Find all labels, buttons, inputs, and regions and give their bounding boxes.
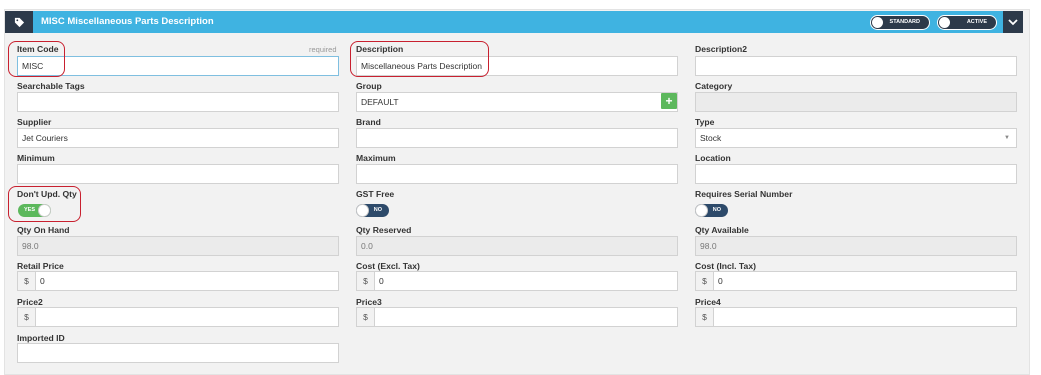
requires-serial-toggle[interactable]: NO: [695, 204, 728, 217]
supplier-input[interactable]: Jet Couriers: [17, 128, 339, 148]
maximum-label: Maximum: [356, 153, 396, 163]
retail-price-label: Retail Price: [17, 261, 64, 271]
searchable-tags-input[interactable]: [17, 92, 339, 112]
cost-excl-value: 0: [379, 276, 384, 286]
price4-input[interactable]: $: [695, 307, 1017, 327]
qty-reserved-label: Qty Reserved: [356, 225, 412, 235]
price2-input[interactable]: $: [17, 307, 339, 327]
qty-on-hand-input: 98.0: [17, 236, 339, 256]
searchable-tags-label: Searchable Tags: [17, 81, 85, 91]
description2-input[interactable]: [695, 56, 1017, 76]
cost-excl-input[interactable]: $0: [356, 271, 678, 291]
requires-serial-label: Requires Serial Number: [695, 189, 793, 199]
maximum-input[interactable]: [356, 164, 678, 184]
dont-upd-qty-label: Don't Upd. Qty: [17, 189, 77, 199]
gst-free-toggle[interactable]: NO: [356, 204, 389, 217]
collapse-button[interactable]: [1003, 11, 1023, 33]
type-select[interactable]: Stock ▼: [695, 128, 1017, 148]
active-toggle[interactable]: ACTIVE: [937, 15, 997, 30]
type-value: Stock: [700, 133, 722, 143]
group-input[interactable]: DEFAULT: [356, 92, 678, 112]
description2-label: Description2: [695, 44, 748, 54]
imported-id-input[interactable]: [17, 343, 339, 363]
toggle-state: NO: [373, 207, 382, 213]
dollar-prefix: $: [357, 308, 375, 326]
category-label: Category: [695, 81, 733, 91]
price4-value: [714, 312, 718, 322]
qty-available-input: 98.0: [695, 236, 1017, 256]
toggle-state: YES: [24, 207, 36, 213]
price4-label: Price4: [695, 297, 721, 307]
dollar-prefix: $: [696, 308, 714, 326]
retail-price-value: 0: [40, 276, 45, 286]
price2-label: Price2: [17, 297, 43, 307]
category-input[interactable]: [695, 92, 1017, 112]
standard-toggle-label: STANDARD: [889, 19, 920, 25]
required-indicator: required: [309, 45, 337, 54]
add-group-button[interactable]: +: [661, 93, 677, 109]
toggle-knob: [695, 204, 708, 217]
supplier-label: Supplier: [17, 117, 52, 127]
cost-incl-input[interactable]: $0: [695, 271, 1017, 291]
minimum-label: Minimum: [17, 153, 55, 163]
dont-upd-qty-toggle[interactable]: YES: [18, 204, 51, 217]
item-header-bar: MISC Miscellaneous Parts Description STA…: [5, 11, 1023, 33]
group-label: Group: [356, 81, 382, 91]
cost-excl-label: Cost (Excl. Tax): [356, 261, 420, 271]
item-code-input[interactable]: MISC: [17, 56, 339, 76]
item-code-label: Item Code: [17, 44, 59, 54]
dollar-prefix: $: [18, 308, 36, 326]
price3-input[interactable]: $: [356, 307, 678, 327]
qty-on-hand-label: Qty On Hand: [17, 225, 70, 235]
tag-icon: [5, 11, 33, 33]
toggle-knob: [356, 204, 369, 217]
qty-reserved-input: 0.0: [356, 236, 678, 256]
price3-label: Price3: [356, 297, 382, 307]
dollar-prefix: $: [357, 272, 375, 290]
retail-price-input[interactable]: $0: [17, 271, 339, 291]
active-toggle-label: ACTIVE: [966, 19, 987, 25]
brand-label: Brand: [356, 117, 381, 127]
gst-free-label: GST Free: [356, 189, 395, 199]
minimum-input[interactable]: [17, 164, 339, 184]
brand-input[interactable]: [356, 128, 678, 148]
toggle-state: NO: [712, 207, 721, 213]
cost-incl-label: Cost (Incl. Tax): [695, 261, 756, 271]
toggle-knob: [872, 17, 883, 28]
dollar-prefix: $: [18, 272, 36, 290]
qty-available-label: Qty Available: [695, 225, 749, 235]
price2-value: [36, 312, 40, 322]
price3-value: [375, 312, 379, 322]
location-input[interactable]: [695, 164, 1017, 184]
type-label: Type: [695, 117, 715, 127]
imported-id-label: Imported ID: [17, 333, 65, 343]
cost-incl-value: 0: [718, 276, 723, 286]
caret-down-icon: ▼: [1004, 135, 1010, 141]
toggle-knob: [939, 17, 950, 28]
description-input[interactable]: Miscellaneous Parts Description: [356, 56, 678, 76]
description-label: Description: [356, 44, 404, 54]
standard-toggle[interactable]: STANDARD: [870, 15, 930, 30]
dollar-prefix: $: [696, 272, 714, 290]
location-label: Location: [695, 153, 731, 163]
item-title: MISC Miscellaneous Parts Description: [41, 16, 214, 27]
toggle-knob: [38, 204, 51, 217]
chevron-down-icon: [1008, 18, 1018, 25]
